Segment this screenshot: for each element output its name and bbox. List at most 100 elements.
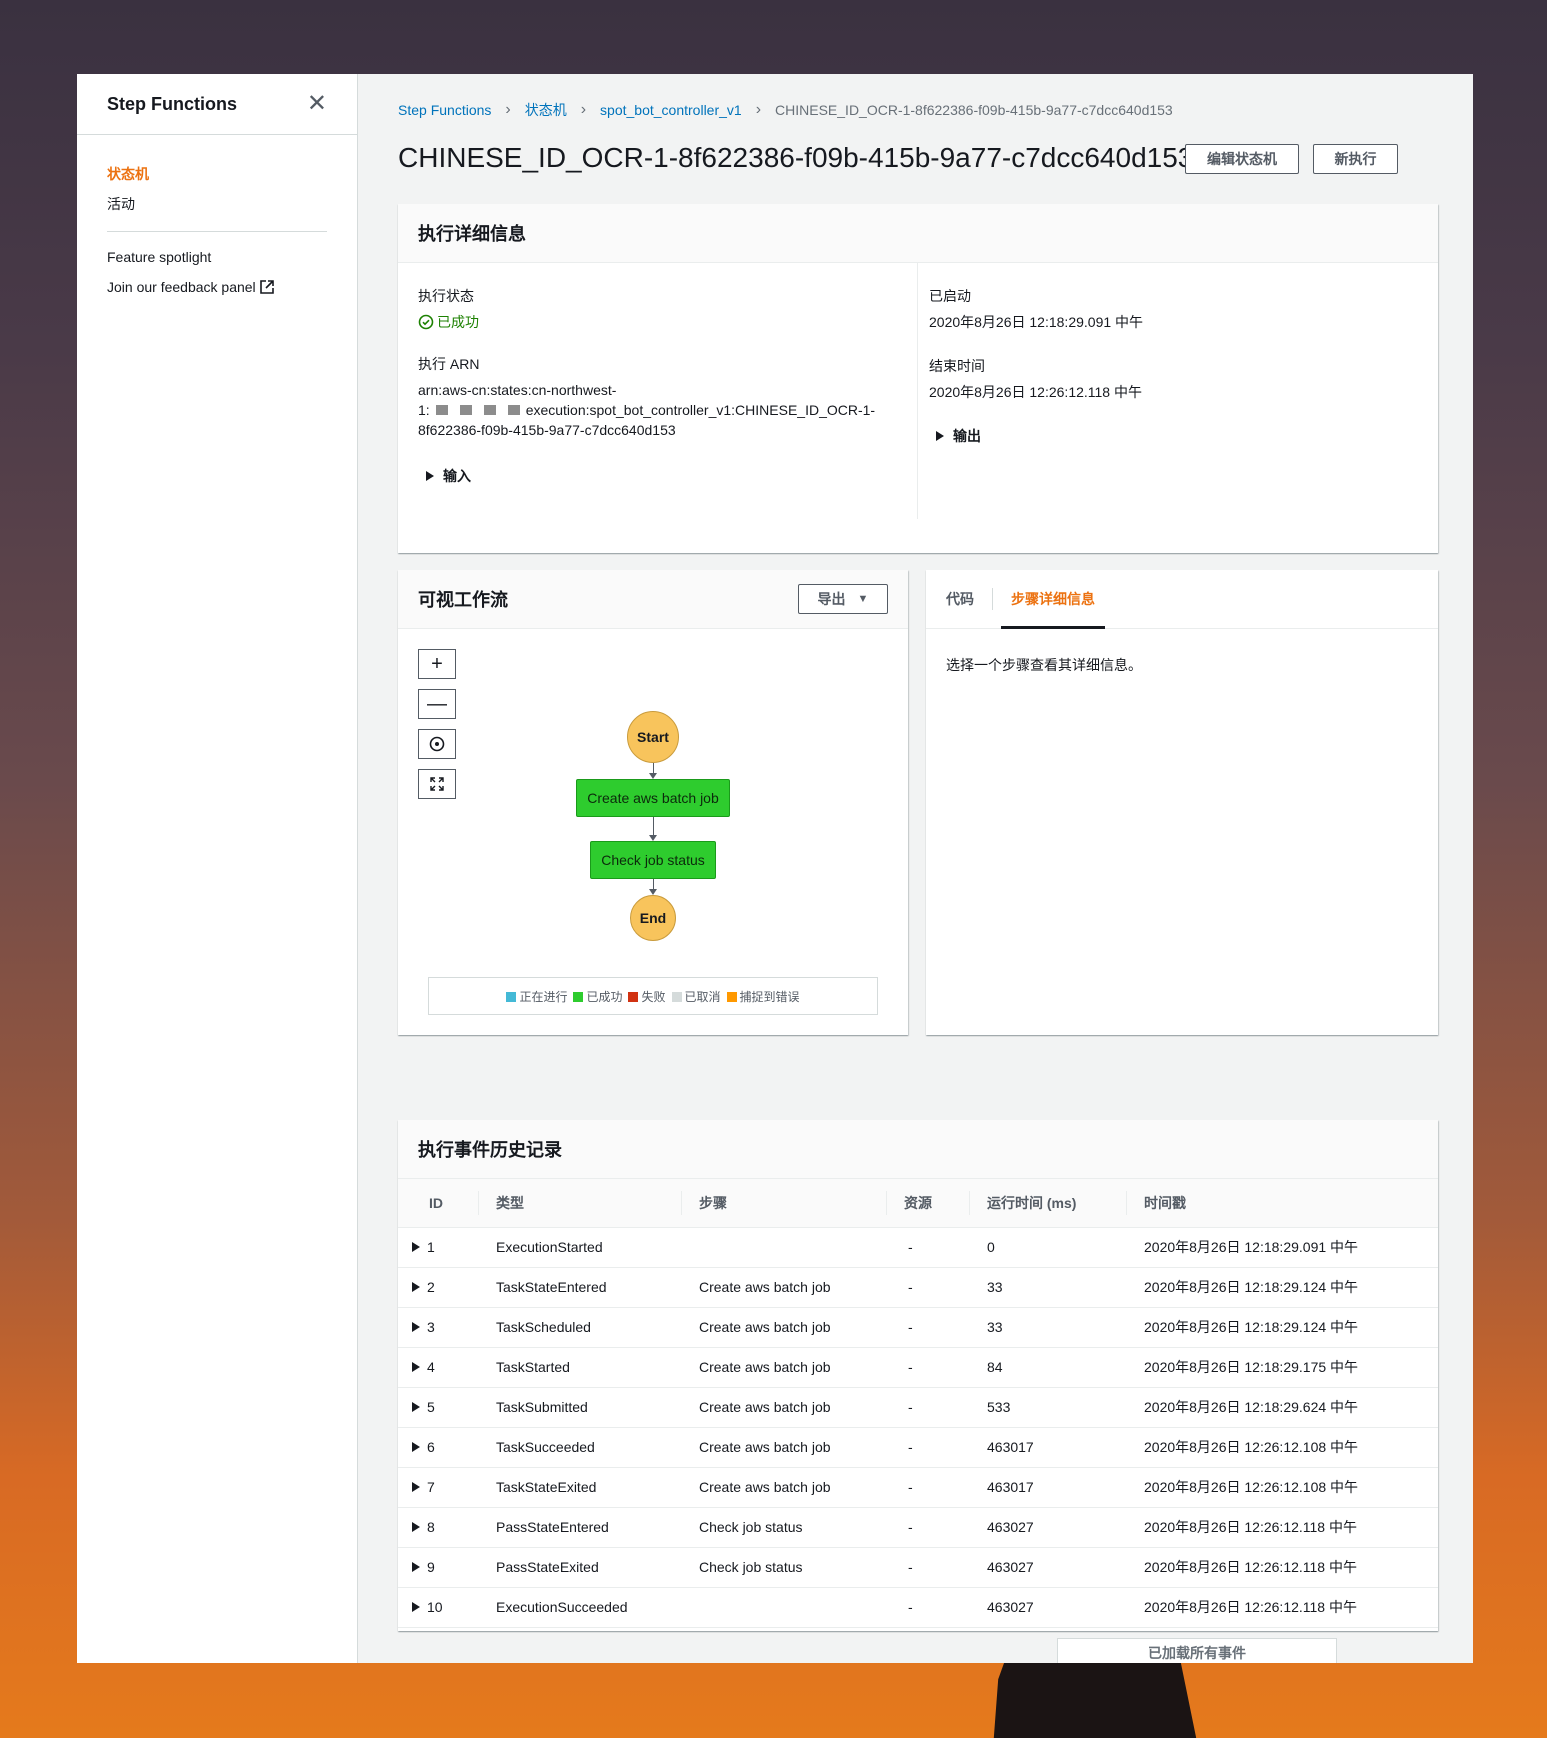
legend-swatch xyxy=(628,991,639,1002)
edit-state-machine-button[interactable]: 编辑状态机 xyxy=(1185,144,1299,174)
legend-label: 已成功 xyxy=(586,989,623,1004)
input-expander[interactable]: 输入 xyxy=(426,466,897,486)
column-header-elapsed[interactable]: 运行时间 (ms) xyxy=(969,1179,1126,1228)
legend-item: 正在进行 xyxy=(506,988,567,1005)
legend-item: 已成功 xyxy=(573,988,622,1005)
row-id: 7 xyxy=(427,1479,435,1495)
caret-right-icon[interactable] xyxy=(412,1282,420,1292)
cell-resource: - xyxy=(886,1387,969,1428)
row-id: 3 xyxy=(427,1319,435,1335)
sidebar-item-feedback-panel[interactable]: Join our feedback panel xyxy=(107,272,327,302)
table-row[interactable]: 4 TaskStarted Create aws batch job -84 2020年… xyxy=(398,1347,1438,1388)
breadcrumb-state-machines[interactable]: 状态机 xyxy=(525,100,567,120)
redacted-block xyxy=(507,405,520,415)
cell-type: TaskScheduled xyxy=(478,1307,681,1348)
cell-id: 4 xyxy=(398,1347,478,1388)
cell-elapsed: 463017 xyxy=(969,1427,1126,1468)
caret-right-icon[interactable] xyxy=(412,1602,420,1612)
table-row[interactable]: 8 PassStateEntered Check job status -463027… xyxy=(398,1507,1438,1548)
column-header-type[interactable]: 类型 xyxy=(478,1179,681,1228)
node-create-batch-job[interactable]: Create aws batch job xyxy=(576,779,730,817)
table-row[interactable]: 2 TaskStateEntered Create aws batch job -33… xyxy=(398,1267,1438,1308)
table-row[interactable]: 10 ExecutionSucceeded -463027 2020年8月26日 12… xyxy=(398,1587,1438,1628)
cell-resource: - xyxy=(886,1347,969,1388)
event-history-title: 执行事件历史记录 xyxy=(398,1120,1438,1179)
close-icon[interactable]: ✕ xyxy=(307,92,327,116)
cell-step: Create aws batch job xyxy=(681,1307,886,1348)
legend-label: 已取消 xyxy=(684,989,721,1004)
arn-line-2: 1: execution:spot_bot_controller_v1:CHINE… xyxy=(418,400,897,420)
cell-timestamp: 2020年8月26日 12:18:29.175 中午 xyxy=(1126,1347,1438,1388)
cell-id: 10 xyxy=(398,1587,478,1628)
export-label: 导出 xyxy=(817,591,846,607)
column-header-resource[interactable]: 资源 xyxy=(886,1179,969,1228)
tab-step-details[interactable]: 步骤详细信息 xyxy=(1001,570,1105,629)
browser-window: Step Functions ✕ 状态机 活动 Feature spotligh… xyxy=(77,74,1473,1663)
table-row[interactable]: 9 PassStateExited Check job status -463027 2… xyxy=(398,1547,1438,1588)
sidebar-item-activities[interactable]: 活动 xyxy=(107,189,327,219)
caret-right-icon[interactable] xyxy=(412,1562,420,1572)
caret-right-icon xyxy=(426,471,434,481)
cell-id: 5 xyxy=(398,1387,478,1428)
output-expander[interactable]: 输出 xyxy=(936,426,1427,446)
table-row[interactable]: 3 TaskScheduled Create aws batch job -33 202… xyxy=(398,1307,1438,1348)
cell-type: PassStateEntered xyxy=(478,1507,681,1548)
details-left-column: 执行状态 已成功 执行 ARN arn:aws-cn:states:cn-nor… xyxy=(398,263,918,519)
column-header-step[interactable]: 步骤 xyxy=(681,1179,886,1228)
caret-right-icon[interactable] xyxy=(412,1402,420,1412)
caret-right-icon[interactable] xyxy=(412,1322,420,1332)
table-row[interactable]: 1 ExecutionStarted -0 2020年8月26日 12:18:29.0… xyxy=(398,1227,1438,1268)
new-execution-button[interactable]: 新执行 xyxy=(1313,144,1398,174)
caret-right-icon[interactable] xyxy=(412,1522,420,1532)
table-row[interactable]: 7 TaskStateExited Create aws batch job -463… xyxy=(398,1467,1438,1508)
execution-details-title: 执行详细信息 xyxy=(398,204,1438,263)
external-link-icon xyxy=(259,280,274,294)
breadcrumb-step-functions[interactable]: Step Functions xyxy=(398,102,491,118)
sidebar-item-state-machines[interactable]: 状态机 xyxy=(107,159,327,189)
node-end[interactable]: End xyxy=(630,895,676,941)
fit-view-button[interactable] xyxy=(418,769,456,799)
row-id: 1 xyxy=(427,1239,435,1255)
table-row[interactable]: 5 TaskSubmitted Create aws batch job -533 20… xyxy=(398,1387,1438,1428)
table-row[interactable]: 6 TaskSucceeded Create aws batch job -46301… xyxy=(398,1427,1438,1468)
caret-right-icon[interactable] xyxy=(412,1362,420,1372)
caret-right-icon[interactable] xyxy=(412,1482,420,1492)
cell-type: TaskStateEntered xyxy=(478,1267,681,1308)
zoom-out-button[interactable]: — xyxy=(418,689,456,719)
cell-id: 6 xyxy=(398,1427,478,1468)
breadcrumb-state-machine[interactable]: spot_bot_controller_v1 xyxy=(600,102,742,118)
export-dropdown[interactable]: 导出 ▼ xyxy=(798,584,888,614)
step-details-panel: 代码 步骤详细信息 选择一个步骤查看其详细信息。 xyxy=(926,570,1438,1035)
caret-right-icon[interactable] xyxy=(412,1442,420,1452)
row-id: 6 xyxy=(427,1439,435,1455)
legend-label: 失败 xyxy=(641,989,666,1004)
ended-label: 结束时间 xyxy=(929,358,985,374)
legend-label: 捕捉到错误 xyxy=(739,989,800,1004)
cell-step xyxy=(681,1587,886,1628)
sidebar-divider xyxy=(107,231,327,232)
cell-id: 8 xyxy=(398,1507,478,1548)
cell-id: 3 xyxy=(398,1307,478,1348)
cell-step: Create aws batch job xyxy=(681,1267,886,1308)
cell-elapsed: 463027 xyxy=(969,1547,1126,1588)
caret-right-icon[interactable] xyxy=(412,1242,420,1252)
row-id: 5 xyxy=(427,1399,435,1415)
column-header-timestamp[interactable]: 时间戳 xyxy=(1126,1179,1438,1228)
node-start[interactable]: Start xyxy=(627,711,679,763)
column-header-id[interactable]: ID xyxy=(398,1179,478,1228)
node-check-job-status[interactable]: Check job status xyxy=(590,841,716,879)
cell-resource: - xyxy=(886,1587,969,1628)
cell-elapsed: 33 xyxy=(969,1267,1126,1308)
arn-label: 执行 ARN xyxy=(418,356,480,372)
sidebar-item-feature-spotlight[interactable]: Feature spotlight xyxy=(107,242,327,272)
cell-step: Create aws batch job xyxy=(681,1427,886,1468)
step-details-message: 选择一个步骤查看其详细信息。 xyxy=(946,657,1142,673)
tab-code[interactable]: 代码 xyxy=(936,570,984,628)
arn-value: arn:aws-cn:states:cn-northwest- 1: execut… xyxy=(418,380,897,440)
center-button[interactable] xyxy=(418,729,456,759)
cell-timestamp: 2020年8月26日 12:18:29.091 中午 xyxy=(1126,1227,1438,1268)
zoom-in-button[interactable]: + xyxy=(418,649,456,679)
cell-resource: - xyxy=(886,1227,969,1268)
chevron-right-icon: › xyxy=(505,101,511,118)
step-tabs: 代码 步骤详细信息 xyxy=(926,570,1438,629)
